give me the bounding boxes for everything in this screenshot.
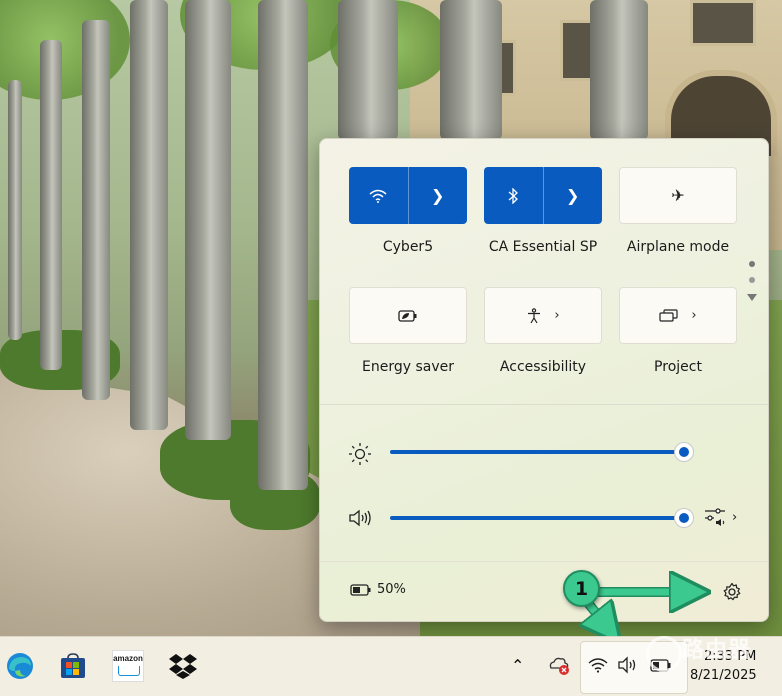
taskbar-app-edge[interactable]	[3, 649, 37, 683]
callout-arrows	[0, 0, 782, 695]
amazon-icon-text: amazon	[113, 654, 143, 663]
watermark-logo	[646, 636, 682, 672]
taskbar-app-dropbox[interactable]	[166, 649, 200, 683]
onedrive-error-icon	[549, 657, 569, 675]
amazon-cart-shape	[118, 666, 140, 676]
callout-badge: 1	[563, 570, 600, 607]
arrow-to-tray	[588, 603, 608, 628]
watermark: 路由器	[640, 630, 780, 690]
wifi-icon	[588, 658, 608, 673]
taskbar-app-amazon[interactable]: amazon	[111, 649, 145, 683]
store-icon	[61, 653, 85, 678]
edge-icon	[7, 653, 33, 679]
amazon-icon: amazon	[112, 650, 144, 682]
chevron-up-icon[interactable]: ⌃	[511, 656, 524, 675]
speaker-icon	[618, 656, 636, 674]
taskbar-app-store[interactable]	[56, 649, 90, 683]
watermark-text: 路由器	[682, 638, 752, 663]
tray-onedrive[interactable]	[548, 656, 572, 680]
dropbox-icon	[169, 654, 197, 679]
